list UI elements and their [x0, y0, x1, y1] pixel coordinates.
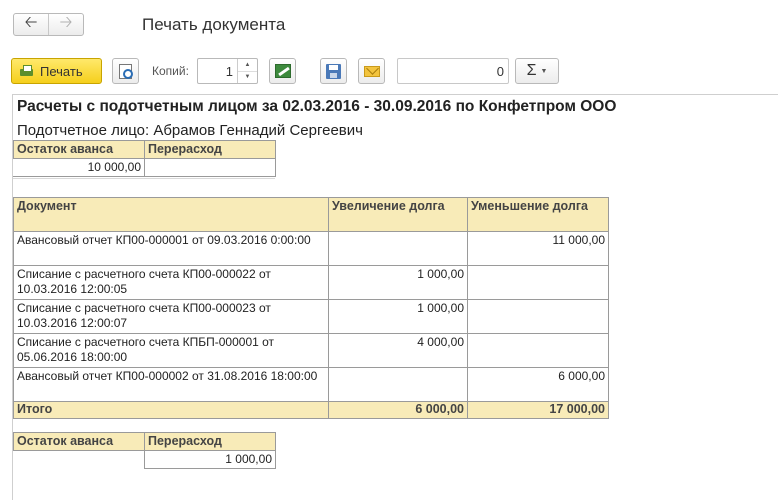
print-button[interactable]: Печать: [11, 58, 102, 84]
total-decrease: 17 000,00: [467, 401, 609, 419]
table-row: Списание с расчетного счета КПБП-000001 …: [13, 333, 609, 368]
arrow-left-icon[interactable]: 🡠: [14, 14, 49, 35]
print-button-label: Печать: [40, 63, 83, 79]
table-row: Списание с расчетного счета КП00-000023 …: [13, 299, 609, 334]
closing-overspend-value: 1 000,00: [144, 450, 276, 469]
opening-advance-value: 10 000,00: [13, 158, 145, 177]
row-decrease: [467, 333, 609, 368]
printer-icon: [19, 64, 34, 79]
row-decrease: 11 000,00: [467, 231, 609, 266]
closing-balance-table: Остаток аванса Перерасход 1 000,00: [13, 432, 276, 469]
row-decrease: [467, 299, 609, 334]
row-increase: 1 000,00: [328, 265, 468, 300]
spin-down-icon[interactable]: ▼: [238, 72, 257, 84]
copies-stepper[interactable]: 1 ▲ ▼: [197, 58, 258, 84]
sum-field[interactable]: 0: [397, 58, 509, 84]
chevron-down-icon: ▼: [540, 67, 548, 75]
floppy-disk-icon: [326, 63, 341, 79]
total-label: Итого: [13, 401, 329, 419]
row-increase: [328, 367, 468, 402]
edit-button[interactable]: [269, 58, 296, 84]
opening-header-advance: Остаток аванса: [13, 140, 145, 159]
save-button[interactable]: [320, 58, 347, 84]
edit-icon: [274, 64, 291, 78]
report-title: Расчеты с подотчетным лицом за 02.03.201…: [17, 98, 617, 115]
sigma-icon: Σ: [526, 62, 537, 79]
row-document: Списание с расчетного счета КП00-000023 …: [13, 299, 329, 334]
table-row: Авансовый отчет КП00-000001 от 09.03.201…: [13, 231, 609, 266]
envelope-icon: [363, 65, 380, 77]
copies-spin: ▲ ▼: [237, 59, 257, 83]
header-document: Документ: [13, 197, 329, 232]
copies-value[interactable]: 1: [226, 64, 233, 79]
movements-table: Документ Увеличение долга Уменьшение дол…: [13, 197, 609, 419]
row-document: Авансовый отчет КП00-000001 от 09.03.201…: [13, 231, 329, 266]
report-area[interactable]: Расчеты с подотчетным лицом за 02.03.201…: [12, 94, 778, 500]
table-row: Списание с расчетного счета КП00-000022 …: [13, 265, 609, 300]
navigation-buttons: 🡠 🡢: [13, 13, 84, 36]
table-row: Авансовый отчет КП00-000002 от 31.08.201…: [13, 367, 609, 402]
opening-header-overspend: Перерасход: [144, 140, 276, 159]
row-decrease: [467, 265, 609, 300]
opening-balance-table: Остаток аванса Перерасход 10 000,00: [13, 140, 276, 177]
magnifier-page-icon: [119, 63, 133, 79]
divider: [13, 178, 275, 179]
total-row: Итого 6 000,00 17 000,00: [13, 401, 609, 419]
preview-button[interactable]: [112, 58, 139, 84]
row-document: Авансовый отчет КП00-000002 от 31.08.201…: [13, 367, 329, 402]
closing-header-advance: Остаток аванса: [13, 432, 145, 451]
arrow-right-icon[interactable]: 🡢: [49, 14, 83, 35]
closing-header-overspend: Перерасход: [144, 432, 276, 451]
closing-advance-value: [13, 450, 145, 469]
sum-menu-button[interactable]: Σ ▼: [515, 58, 559, 84]
header-debt-decrease: Уменьшение долга: [467, 197, 609, 232]
spin-up-icon[interactable]: ▲: [238, 59, 257, 72]
window-title: Печать документа: [142, 15, 286, 34]
row-document: Списание с расчетного счета КПБП-000001 …: [13, 333, 329, 368]
opening-overspend-value: [144, 158, 276, 177]
row-document: Списание с расчетного счета КП00-000022 …: [13, 265, 329, 300]
copies-label: Копий:: [152, 64, 189, 78]
row-decrease: 6 000,00: [467, 367, 609, 402]
total-increase: 6 000,00: [328, 401, 468, 419]
header-debt-increase: Увеличение долга: [328, 197, 468, 232]
row-increase: [328, 231, 468, 266]
report-subtitle: Подотчетное лицо: Абрамов Геннадий Серге…: [17, 122, 363, 139]
row-increase: 4 000,00: [328, 333, 468, 368]
send-email-button[interactable]: [358, 58, 385, 84]
row-increase: 1 000,00: [328, 299, 468, 334]
